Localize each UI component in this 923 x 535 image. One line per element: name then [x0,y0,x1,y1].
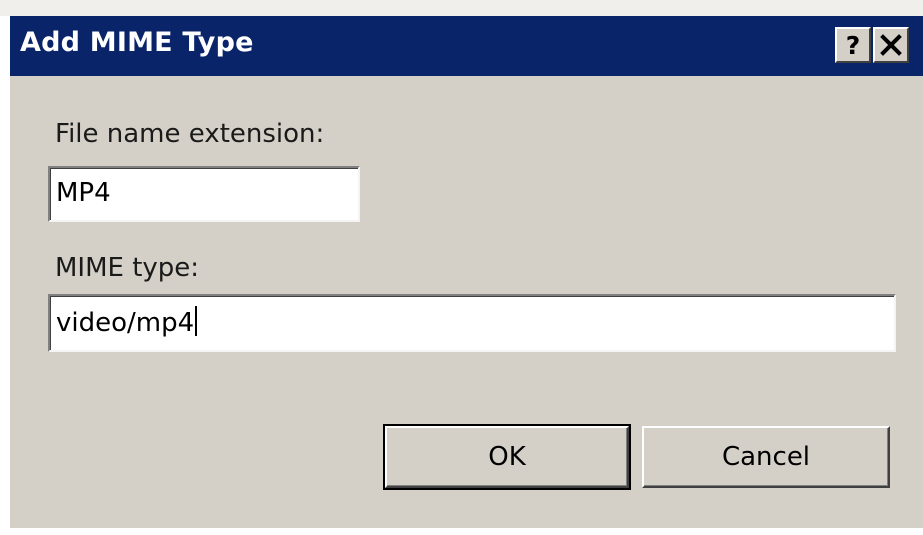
text-caret [195,306,198,336]
mime-type-input[interactable]: video/mp4 [48,294,896,352]
svg-text:?: ? [846,32,861,58]
mime-type-value: video/mp4 [56,308,195,338]
background-strip [0,0,923,16]
add-mime-type-dialog: Add MIME Type ? File name extension: MP4… [10,16,923,528]
close-icon [880,34,902,56]
mime-type-label: MIME type: [55,253,200,283]
file-extension-value: MP4 [56,178,111,208]
ok-button[interactable]: OK [383,424,631,490]
close-button[interactable] [873,27,909,63]
title-bar[interactable]: Add MIME Type ? [10,16,923,76]
dialog-title: Add MIME Type [20,27,254,58]
file-extension-label: File name extension: [55,119,325,149]
file-extension-input[interactable]: MP4 [48,166,360,222]
help-icon: ? [846,32,861,58]
help-button[interactable]: ? [835,27,871,63]
cancel-button[interactable]: Cancel [642,426,890,488]
